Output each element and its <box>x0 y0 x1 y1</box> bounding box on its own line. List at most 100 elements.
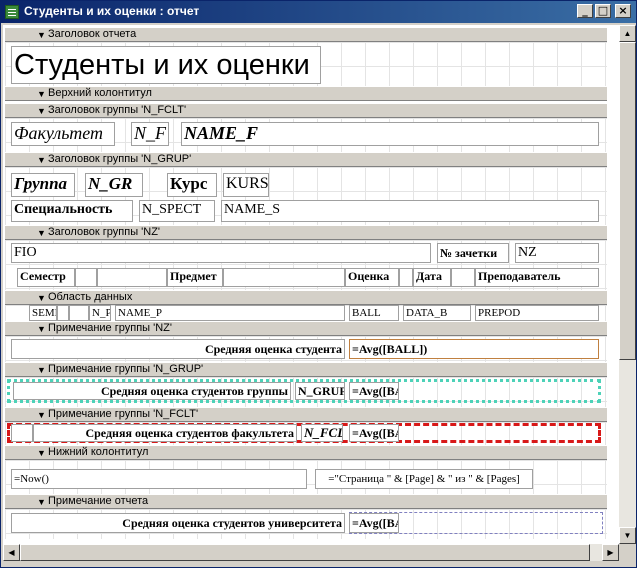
section-bar-detail[interactable]: ▼ Область данных <box>5 290 607 305</box>
header-blank-4[interactable] <box>399 268 413 287</box>
header-blank-5[interactable] <box>451 268 475 287</box>
size-grip[interactable] <box>619 544 636 561</box>
header-date[interactable]: Дата <box>413 268 451 287</box>
report-design-window: Студенты и их оценки : отчет _ □ × ▼ Заго… <box>0 0 637 568</box>
now-field[interactable]: =Now() <box>11 469 307 489</box>
section-bar-group-nz-header[interactable]: ▼ Заголовок группы 'NZ' <box>5 225 607 240</box>
horizontal-scrollbar[interactable]: ◀ ▶ <box>3 544 619 561</box>
maximize-button[interactable]: □ <box>595 4 611 18</box>
kurs-field[interactable]: KURS <box>223 173 269 197</box>
ball-field[interactable]: BALL <box>349 305 399 321</box>
university-avg-label[interactable]: Средняя оценка студентов университета <box>11 513 345 533</box>
course-label[interactable]: Курс <box>167 173 217 197</box>
header-blank-2[interactable] <box>97 268 167 287</box>
window-title: Студенты и их оценки : отчет <box>24 4 200 18</box>
section-arrow-icon: ▼ <box>37 106 46 116</box>
n-f-field[interactable]: N_F <box>131 122 169 146</box>
faculty-avg-field[interactable]: =Avg([BALL]) <box>349 424 399 442</box>
horizontal-scroll-thumb[interactable] <box>20 544 590 561</box>
fio-field[interactable]: FIO <box>11 243 431 263</box>
n-grup-field[interactable]: N_GRUP <box>295 382 345 400</box>
header-blank-1[interactable] <box>75 268 97 287</box>
section-arrow-icon: ▼ <box>37 155 46 165</box>
section-report-header[interactable]: Студенты и их оценки <box>5 42 607 86</box>
section-arrow-icon: ▼ <box>37 448 46 458</box>
header-teacher[interactable]: Преподаватель <box>475 268 599 287</box>
section-label: Верхний колонтитул <box>48 87 152 99</box>
page-number-field[interactable]: ="Страница " & [Page] & " из " & [Pages] <box>315 469 533 489</box>
detail-blank-2[interactable] <box>69 305 89 321</box>
section-arrow-icon: ▼ <box>37 497 46 507</box>
section-bar-group-nz-footer[interactable]: ▼ Примечание группы 'NZ' <box>5 321 607 336</box>
faculty-avg-label[interactable]: Средняя оценка студентов факультета <box>33 424 297 442</box>
student-avg-field[interactable]: =Avg([BALL]) <box>349 339 599 359</box>
section-arrow-icon: ▼ <box>37 324 46 334</box>
scroll-down-icon[interactable]: ▼ <box>619 527 636 544</box>
section-bar-group-fclt-footer[interactable]: ▼ Примечание группы 'N_FCLT' <box>5 407 607 422</box>
report-design-surface: ▼ Заголовок отчета Студенты и их оценки ▼… <box>3 25 619 544</box>
section-bar-group-grup-footer[interactable]: ▼ Примечание группы 'N_GRUP' <box>5 362 607 377</box>
student-avg-label[interactable]: Средняя оценка студента <box>11 339 345 359</box>
minimize-button[interactable]: _ <box>577 4 593 18</box>
section-group-nz-footer[interactable]: Средняя оценка студента =Avg([BALL]) <box>5 336 607 362</box>
name-s-field[interactable]: NAME_S <box>221 200 599 222</box>
title-bar[interactable]: Студенты и их оценки : отчет _ □ × <box>1 1 636 23</box>
section-bar-page-header[interactable]: ▼ Верхний колонтитул <box>5 86 607 101</box>
scroll-left-icon[interactable]: ◀ <box>3 544 20 561</box>
faculty-label[interactable]: Факультет <box>11 122 115 146</box>
report-title-label[interactable]: Студенты и их оценки <box>11 46 321 84</box>
vertical-scroll-thumb[interactable] <box>619 42 636 360</box>
nz-field[interactable]: NZ <box>515 243 599 263</box>
n-fc-field[interactable]: N_FCLT <box>301 424 343 442</box>
section-report-footer[interactable]: Средняя оценка студентов университета =A… <box>5 509 607 539</box>
section-arrow-icon: ▼ <box>37 228 46 238</box>
section-arrow-icon: ▼ <box>37 293 46 303</box>
university-avg-field[interactable]: =Avg([BALL]) <box>349 513 399 533</box>
section-group-fclt-footer[interactable]: Средняя оценка студентов факультета N_FC… <box>5 422 607 445</box>
prepod-field[interactable]: PREPOD <box>475 305 599 321</box>
scroll-up-icon[interactable]: ▲ <box>619 25 636 42</box>
header-subject[interactable]: Предмет <box>167 268 223 287</box>
group-avg-label[interactable]: Средняя оценка студентов группы <box>13 382 291 400</box>
group-avg-field[interactable]: =Avg([BALL]) <box>349 382 399 400</box>
section-label: Примечание группы 'N_FCLT' <box>48 408 199 420</box>
header-grade[interactable]: Оценка <box>345 268 399 287</box>
section-bar-report-header[interactable]: ▼ Заголовок отчета <box>5 27 607 42</box>
fclt-footer-blank[interactable] <box>11 424 33 442</box>
section-label: Примечание отчета <box>48 495 149 507</box>
specialty-label[interactable]: Специальность <box>11 200 133 222</box>
section-group-nz-header[interactable]: FIO № зачетки NZ Семестр Предмет Оценка … <box>5 240 607 290</box>
section-bar-page-footer[interactable]: ▼ Нижний колонтитул <box>5 445 607 460</box>
section-arrow-icon: ▼ <box>37 30 46 40</box>
section-label: Заголовок отчета <box>48 28 137 40</box>
header-semester[interactable]: Семестр <box>17 268 75 287</box>
n-gr-field[interactable]: N_GR <box>85 173 143 197</box>
section-bar-report-footer[interactable]: ▼ Примечание отчета <box>5 494 607 509</box>
section-label: Заголовок группы 'N_GRUP' <box>48 153 192 165</box>
section-label: Нижний колонтитул <box>48 446 149 458</box>
detail-blank-1[interactable] <box>57 305 69 321</box>
group-label[interactable]: Группа <box>11 173 75 197</box>
section-label: Примечание группы 'N_GRUP' <box>48 363 204 375</box>
n-spect-field[interactable]: N_SPECT <box>139 200 215 222</box>
close-button[interactable]: × <box>615 4 631 18</box>
section-page-footer[interactable]: =Now() ="Страница " & [Page] & " из " & … <box>5 460 607 494</box>
section-bar-group-grup-header[interactable]: ▼ Заголовок группы 'N_GRUP' <box>5 152 607 167</box>
data-b-field[interactable]: DATA_B <box>403 305 471 321</box>
section-label: Заголовок группы 'NZ' <box>48 226 161 238</box>
name-p-field[interactable]: NAME_P <box>115 305 345 321</box>
sem-field[interactable]: SEME <box>29 305 57 321</box>
n-p-field[interactable]: N_P <box>89 305 111 321</box>
section-group-grup-footer[interactable]: Средняя оценка студентов группы N_GRUP =… <box>5 377 607 407</box>
section-bar-group-fclt-header[interactable]: ▼ Заголовок группы 'N_FCLT' <box>5 103 607 118</box>
section-group-fclt-header[interactable]: Факультет N_F NAME_F <box>5 118 607 152</box>
zachetka-label[interactable]: № зачетки <box>437 243 509 263</box>
section-group-grup-header[interactable]: Группа N_GR Курс KURS Специальность N_SP… <box>5 167 607 225</box>
report-icon <box>5 5 19 19</box>
section-arrow-icon: ▼ <box>37 410 46 420</box>
name-f-field[interactable]: NAME_F <box>181 122 599 146</box>
vertical-scrollbar[interactable]: ▲ ▼ <box>619 25 636 544</box>
header-blank-3[interactable] <box>223 268 345 287</box>
section-detail[interactable]: SEME N_P NAME_P BALL DATA_B PREPOD <box>5 305 607 321</box>
scroll-right-icon[interactable]: ▶ <box>602 544 619 561</box>
